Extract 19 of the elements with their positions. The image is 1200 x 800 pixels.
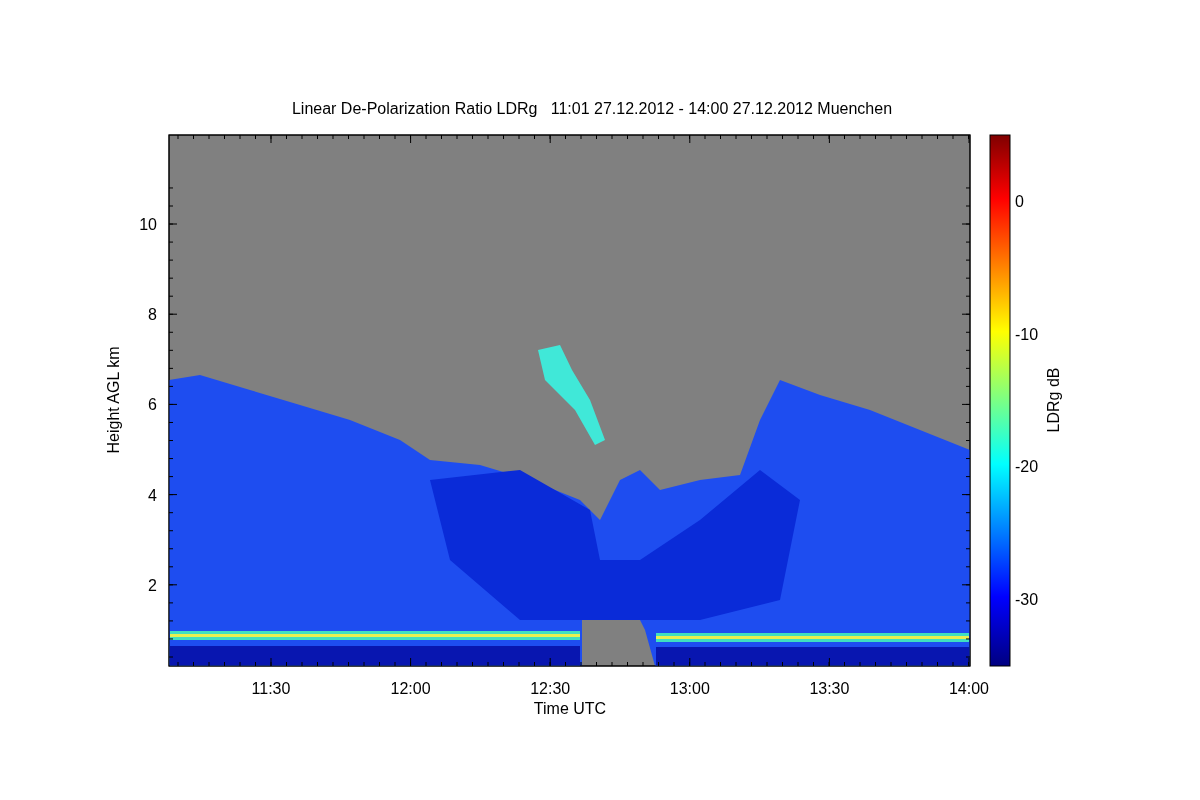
- colorbar-tick-label: -20: [1015, 458, 1039, 476]
- colorbar-tick-label: -30: [1015, 591, 1039, 609]
- x-tick-label: 14:00: [949, 680, 989, 697]
- colorbar-tick-label: -10: [1015, 325, 1039, 343]
- y-tick-label: 6: [148, 396, 157, 414]
- y-tick-label: 10: [139, 216, 157, 233]
- colorbar-label: LDRg dB: [1045, 367, 1062, 433]
- y-tick-label: 8: [148, 306, 157, 324]
- chart-title: Linear De-Polarization Ratio LDRg 11:01 27.12.2012 - 14:00 27.12.2012 Muenchen: [291, 100, 893, 117]
- x-tick-label: 12:30: [530, 680, 571, 697]
- x-tick-label: 12:00: [390, 680, 431, 697]
- y-tick-label: 2: [148, 576, 157, 594]
- x-axis-label: Time UTC: [533, 700, 607, 717]
- x-tick-label: 11:30: [251, 680, 291, 697]
- y-axis-label: Height AGL km: [105, 346, 122, 454]
- y-tick-label: 4: [148, 486, 157, 504]
- colorbar-tick-label: 0: [1015, 193, 1024, 210]
- x-tick-label: 13:00: [669, 680, 710, 697]
- x-tick-label: 13:30: [809, 680, 850, 697]
